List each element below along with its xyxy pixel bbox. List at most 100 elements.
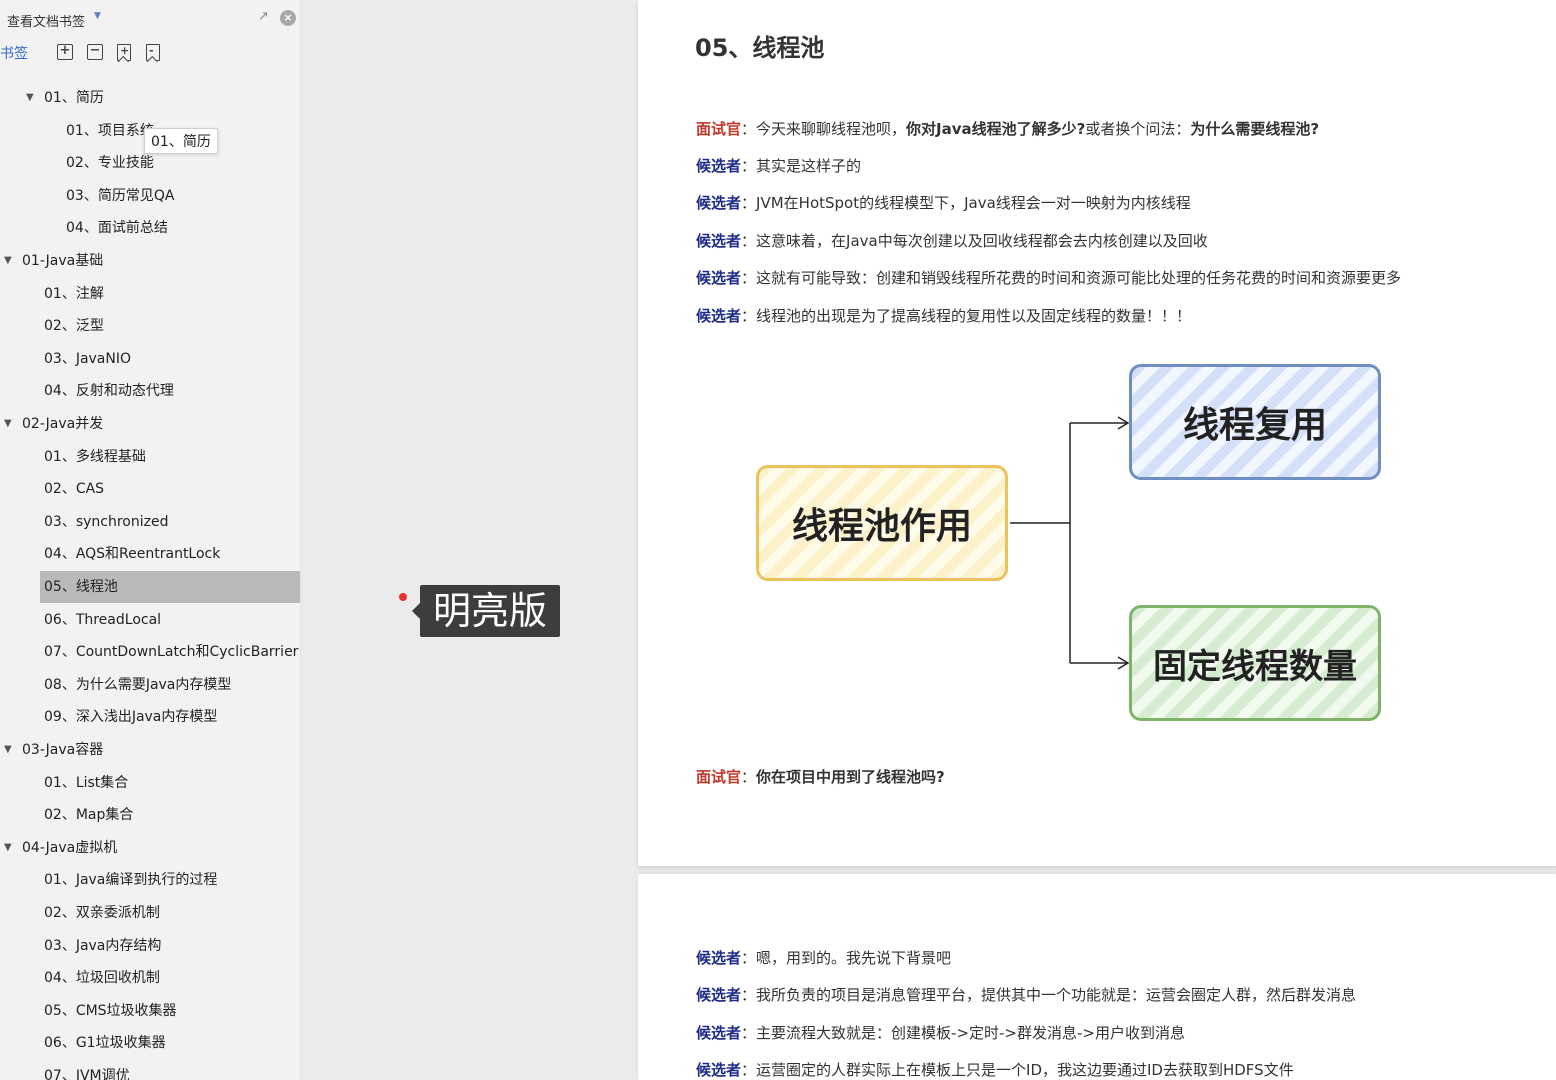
tree-item-label: 04、面试前总结 — [66, 220, 168, 237]
tree-item-label: 04、反射和动态代理 — [44, 383, 174, 400]
tree-item[interactable]: 03、简历常见QA — [0, 180, 300, 212]
theme-badge[interactable]: 明亮版 — [412, 585, 560, 637]
tree-item[interactable]: 01、注解 — [0, 278, 300, 310]
sidebar-title[interactable]: 查看文档书签 — [7, 11, 85, 30]
dialogue-text: 线程池的出现是为了提高线程的复用性以及固定线程的数量！！！ — [756, 307, 1192, 325]
dialogue-line: 候选者：JVM在HotSpot的线程模型下，Java线程会一对一映射为内核线程 — [696, 194, 1191, 212]
tree-item[interactable]: 03、synchronized — [0, 506, 300, 538]
dialogue-text: 今天来聊聊线程池呗， — [756, 120, 907, 138]
speaker-label: 候选者 — [696, 1024, 742, 1042]
tree-item-label: 01、项目系统 — [66, 122, 154, 139]
tree-item[interactable]: ▼ 01、简历 — [0, 82, 300, 114]
dialogue-line: 候选者：运营圈定的人群实际上在模板上只是一个ID，我这边要通过ID去获取到HDF… — [696, 1061, 1294, 1079]
chevron-down-icon[interactable]: ▼ — [94, 11, 101, 21]
remove-bookmark-icon[interactable]: - — [146, 44, 160, 61]
expand-arrow-icon[interactable]: ▼ — [4, 408, 12, 440]
tree-item[interactable]: ▼ 04-Java虚拟机 — [0, 832, 300, 864]
tree-item-label: 04、垃圾回收机制 — [44, 970, 160, 987]
tree-item-label: 07、CountDownLatch和CyclicBarrier — [44, 644, 299, 661]
tree-item-selected[interactable]: 05、线程池 — [0, 571, 300, 603]
speaker-label: 面试官 — [696, 768, 742, 786]
expand-all-icon[interactable]: + — [57, 44, 73, 60]
speaker-label: 候选者 — [696, 986, 742, 1004]
tree-item-label: 02、泛型 — [44, 318, 104, 335]
dialogue-text: 或者换个问法： — [1085, 120, 1191, 138]
dialogue-text: 我所负责的项目是消息管理平台，提供其中一个功能就是：运营会圈定人群，然后群发消息 — [756, 986, 1357, 1004]
dialogue-text: 运营圈定的人群实际上在模板上只是一个ID，我这边要通过ID去获取到HDFS文件 — [756, 1061, 1294, 1079]
close-icon[interactable]: × — [280, 10, 296, 26]
tree-item[interactable]: 04、垃圾回收机制 — [0, 962, 300, 994]
tree-item-label: 01、注解 — [44, 285, 104, 302]
tree-item-label: 06、G1垃圾收集器 — [44, 1035, 166, 1052]
tree-item[interactable]: 06、G1垃圾收集器 — [0, 1027, 300, 1059]
dialogue-text: 这就有可能导致：创建和销毁线程所花费的时间和资源可能比处理的任务花费的时间和资源… — [756, 269, 1402, 287]
tree-item-label: 01、多线程基础 — [44, 448, 146, 465]
tree-item-label: 01、简历 — [44, 90, 104, 106]
dialogue-line: 候选者：嗯，用到的。我先说下背景吧 — [696, 949, 952, 967]
document-page-2: 候选者：嗯，用到的。我先说下背景吧候选者：我所负责的项目是消息管理平台，提供其中… — [638, 874, 1556, 1080]
bookmark-sidebar: 查看文档书签 ▼ ↗ × 书签 + − + - ▼ 01、简历 01、项目系统 02、… — [0, 0, 301, 1080]
expand-arrow-icon[interactable]: ▼ — [4, 245, 12, 277]
tree-item[interactable]: 05、CMS垃圾收集器 — [0, 995, 300, 1027]
tree-item[interactable]: 02、泛型 — [0, 310, 300, 342]
speaker-label: 候选者 — [696, 194, 742, 212]
tree-item[interactable]: 04、反射和动态代理 — [0, 375, 300, 407]
tree-item-label: 05、线程池 — [44, 579, 118, 595]
add-bookmark-icon[interactable]: + — [117, 44, 131, 61]
tree-item[interactable]: 03、Java内存结构 — [0, 930, 300, 962]
tree-item[interactable]: 01、Java编译到执行的过程 — [0, 864, 300, 896]
tree-item-label: 09、深入浅出Java内存模型 — [44, 709, 218, 726]
dialogue-line: 候选者：这意味着，在Java中每次创建以及回收线程都会去内核创建以及回收 — [696, 232, 1208, 250]
tree-item-label: 06、ThreadLocal — [44, 611, 162, 628]
thread-pool-diagram: 线程池作用 线程复用 固定线程数量 — [638, 340, 1556, 740]
dialogue-line: 候选者：其实是这样子的 — [696, 157, 862, 175]
expand-arrow-icon[interactable]: ▼ — [26, 82, 34, 114]
dialogue-text: 你对Java线程池了解多少? — [906, 120, 1086, 138]
tree-item[interactable]: 01、多线程基础 — [0, 441, 300, 473]
tree-item[interactable]: 01、List集合 — [0, 767, 300, 799]
tree-item[interactable]: 02、Map集合 — [0, 799, 300, 831]
speaker-label: 候选者 — [696, 269, 742, 287]
dialogue-line: 候选者：线程池的出现是为了提高线程的复用性以及固定线程的数量！！！ — [696, 307, 1192, 325]
sidebar-header: 查看文档书签 ▼ ↗ × — [0, 0, 300, 36]
tree-item[interactable]: 04、面试前总结 — [0, 212, 300, 244]
pop-out-icon[interactable]: ↗ — [258, 9, 269, 24]
tree-item[interactable]: ▼ 03-Java容器 — [0, 734, 300, 766]
tree-item[interactable]: 07、JVM调优 — [0, 1060, 300, 1080]
tree-item-label: 05、CMS垃圾收集器 — [44, 1002, 177, 1019]
tree-item[interactable]: 03、JavaNIO — [0, 343, 300, 375]
tree-item-label: 04、AQS和ReentrantLock — [44, 546, 221, 563]
tree-item-label: 03、synchronized — [44, 513, 169, 530]
tree-item[interactable]: 07、CountDownLatch和CyclicBarrier — [0, 636, 300, 668]
expand-arrow-icon[interactable]: ▼ — [4, 734, 12, 766]
tree-item-label: 03、简历常见QA — [66, 187, 175, 204]
final-question: 面试官：你在项目中用到了线程池吗? — [696, 768, 945, 786]
tree-item[interactable]: ▼ 02-Java并发 — [0, 408, 300, 440]
speaker-label: 面试官 — [696, 120, 742, 138]
bookmark-toolbar: 书签 + − + - — [0, 40, 300, 64]
tree-item[interactable]: 02、CAS — [0, 473, 300, 505]
tree-item-label: 01、List集合 — [44, 774, 129, 791]
expand-arrow-icon[interactable]: ▼ — [4, 832, 12, 864]
bookmarks-label: 书签 — [0, 46, 28, 62]
tree-item[interactable]: 02、双亲委派机制 — [0, 897, 300, 929]
tree-item[interactable]: 09、深入浅出Java内存模型 — [0, 701, 300, 733]
tree-item[interactable]: 04、AQS和ReentrantLock — [0, 538, 300, 570]
tree-item-label: 02、专业技能 — [66, 155, 154, 172]
tree-item-label: 02、Map集合 — [44, 807, 134, 824]
dialogue-text: 其实是这样子的 — [756, 157, 862, 175]
tree-item[interactable]: 06、ThreadLocal — [0, 604, 300, 636]
dialogue-text: 主要流程大致就是：创建模板->定时->群发消息->用户收到消息 — [756, 1024, 1185, 1042]
tree-item[interactable]: ▼ 01-Java基础 — [0, 245, 300, 277]
dialogue-text: 嗯，用到的。我先说下背景吧 — [756, 949, 952, 967]
tree-item-label: 07、JVM调优 — [44, 1068, 130, 1080]
speaker-label: 候选者 — [696, 232, 742, 250]
collapse-all-icon[interactable]: − — [87, 44, 103, 60]
tree-item-label: 03-Java容器 — [22, 742, 104, 758]
tree-item-label: 04-Java虚拟机 — [22, 839, 118, 856]
tree-item-label: 02-Java并发 — [22, 416, 104, 432]
tree-item[interactable]: 08、为什么需要Java内存模型 — [0, 669, 300, 701]
diagram-box-fixed-count: 固定线程数量 — [1129, 605, 1381, 721]
dialogue-line: 候选者：我所负责的项目是消息管理平台，提供其中一个功能就是：运营会圈定人群，然后… — [696, 986, 1357, 1004]
bookmark-tooltip: 01、简历 — [144, 128, 218, 154]
